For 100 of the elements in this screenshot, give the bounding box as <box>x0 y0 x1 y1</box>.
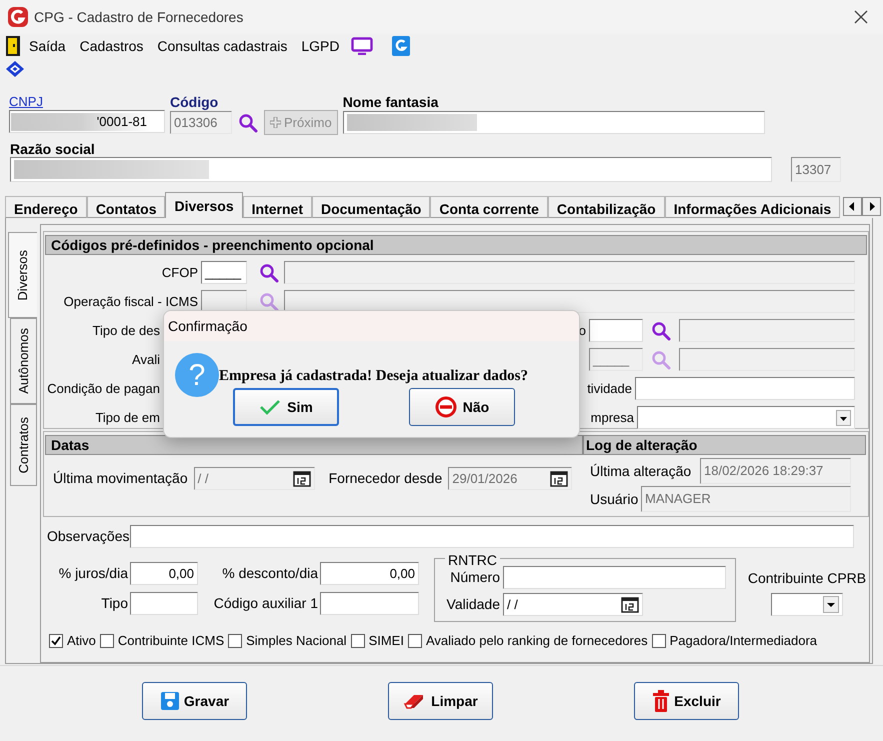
description-field[interactable] <box>284 290 855 313</box>
side-tab[interactable]: Autônomos <box>10 318 37 404</box>
field-label: CFOP <box>162 264 198 282</box>
tab[interactable]: Endereço <box>5 196 87 218</box>
description-field[interactable] <box>284 261 855 284</box>
input-field[interactable]: _____ <box>589 348 643 371</box>
section-header: Log de alteração <box>583 435 866 455</box>
cnpj-link[interactable]: CNPJ <box>9 92 165 110</box>
tab[interactable]: Diversos <box>165 192 243 218</box>
field-label: Código auxiliar 1 <box>214 594 318 613</box>
dialog-title: Confirmação <box>164 311 579 341</box>
action-button[interactable]: Excluir <box>634 682 739 720</box>
diamond-icon[interactable] <box>6 61 24 77</box>
company-name-field[interactable] <box>10 157 772 182</box>
field-label: Nome fantasia <box>342 93 440 110</box>
menu-item[interactable]: Cadastros <box>76 36 148 56</box>
field-label: tividade <box>587 380 632 398</box>
number-field[interactable]: 13307 <box>791 157 841 182</box>
tab[interactable]: Documentação <box>312 196 430 218</box>
checkbox-label[interactable]: Simples Nacional <box>246 631 347 650</box>
dialog-button[interactable]: Não <box>409 388 515 426</box>
checkbox-label[interactable]: Contribuinte ICMS <box>118 631 224 650</box>
plus-icon <box>270 117 281 128</box>
description-field[interactable] <box>679 319 855 342</box>
field-label: Fornecedor desde <box>328 469 442 488</box>
section-header: Códigos pré-definidos - preenchimento opcional <box>45 235 867 255</box>
calendar-icon[interactable] <box>550 470 568 486</box>
description-field[interactable] <box>679 348 855 371</box>
field-label: Tipo <box>101 594 128 613</box>
checkbox-label[interactable]: SIMEI <box>368 631 404 650</box>
caret-icon <box>823 596 839 613</box>
field-label: Razão social <box>10 140 96 157</box>
monitor-icon[interactable] <box>351 37 374 55</box>
tab[interactable]: Internet <box>242 196 312 218</box>
tab[interactable]: Informações Adicionais <box>664 196 840 218</box>
field-label: Avali <box>132 350 160 369</box>
input-field[interactable] <box>589 319 643 342</box>
field-label: Operação fiscal - ICMS <box>64 292 198 311</box>
code-field[interactable]: 013306 <box>170 111 232 134</box>
input-field[interactable]: MANAGER <box>641 486 851 512</box>
field-label: Condição de pagan <box>47 380 160 398</box>
field-label: Observações <box>47 527 130 546</box>
date-field[interactable]: 29/01/2026 <box>448 467 572 490</box>
dropdown[interactable] <box>637 406 855 429</box>
exit-door-icon[interactable] <box>6 36 20 56</box>
notes-field[interactable] <box>130 525 854 548</box>
checkbox[interactable] <box>408 634 422 648</box>
input-field[interactable]: 18/02/2026 18:29:37 <box>700 458 851 484</box>
field-label: Tipo de em <box>95 408 160 427</box>
field-label: Usuário <box>590 490 640 508</box>
search-icon[interactable] <box>259 262 279 282</box>
checkbox-label[interactable]: Avaliado pelo ranking de fornecedores <box>426 631 648 650</box>
logo-icon <box>7 6 29 28</box>
question-icon: ? <box>175 353 219 397</box>
tab[interactable]: Contabilização <box>548 196 665 218</box>
field-label: mpresa <box>590 408 634 427</box>
close-icon[interactable] <box>854 10 868 24</box>
tab[interactable]: Contatos <box>86 196 166 218</box>
checkbox-label[interactable]: Ativo <box>67 631 96 650</box>
field-label: % desconto/dia <box>222 564 318 583</box>
dialog-button[interactable]: Sim <box>233 388 339 426</box>
calendar-icon[interactable] <box>621 596 639 612</box>
input-field[interactable] <box>130 592 198 615</box>
menu-item[interactable]: LGPD <box>297 36 344 56</box>
side-tab[interactable]: Contratos <box>10 404 37 486</box>
checkbox[interactable] <box>49 634 63 648</box>
scroll-right-icon[interactable] <box>862 197 881 216</box>
tab[interactable]: Conta corrente <box>430 196 548 218</box>
field-label: Código <box>170 93 220 110</box>
input-field[interactable]: _____ <box>201 261 247 284</box>
side-tab[interactable]: Diversos <box>8 232 37 318</box>
search-icon[interactable] <box>238 112 258 132</box>
input-field[interactable]: 0,00 <box>320 562 419 585</box>
menu-item[interactable]: Saída <box>25 36 70 56</box>
window-title: CPG - Cadastro de Fornecedores <box>34 8 244 26</box>
search-icon[interactable] <box>651 320 671 340</box>
field-label: Tipo de des <box>92 322 160 340</box>
input-field[interactable]: 0,00 <box>130 562 198 585</box>
dialog-message: Empresa já cadastrada! Deseja atualizar dados? <box>219 367 528 386</box>
scroll-left-icon[interactable] <box>843 197 862 216</box>
checkbox-label[interactable]: Pagadora/Intermediadora <box>670 631 818 650</box>
input-field[interactable] <box>320 592 419 615</box>
calendar-icon[interactable] <box>292 470 311 486</box>
checkbox[interactable] <box>350 634 365 648</box>
no-entry-icon <box>434 396 457 418</box>
date-field[interactable]: / / <box>503 593 643 616</box>
action-button[interactable]: Gravar <box>142 682 247 720</box>
menu-item[interactable]: Consultas cadastrais <box>153 36 292 56</box>
date-field[interactable]: / / <box>194 467 315 490</box>
field-label: Última movimentação <box>53 469 188 488</box>
checkbox[interactable] <box>652 634 666 648</box>
input-field[interactable] <box>503 566 726 589</box>
app-icon[interactable] <box>392 36 410 56</box>
input-field[interactable] <box>635 377 855 400</box>
checkbox[interactable] <box>100 634 114 648</box>
checkbox[interactable] <box>228 634 242 648</box>
dropdown[interactable] <box>771 593 843 616</box>
name-field[interactable] <box>342 111 765 134</box>
cnpj-field[interactable]: '0001-81 <box>9 110 165 133</box>
action-button[interactable]: Limpar <box>388 682 493 720</box>
